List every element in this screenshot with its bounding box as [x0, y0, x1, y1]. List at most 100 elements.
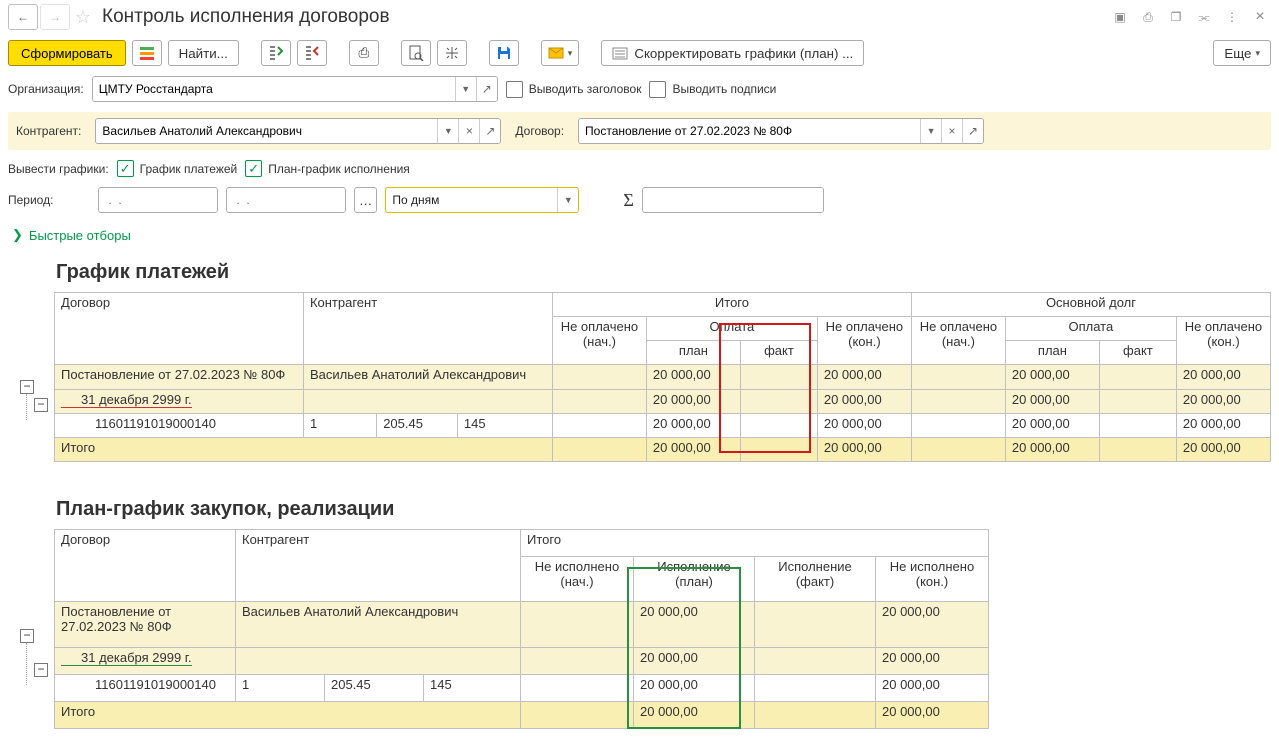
fit-icon	[444, 45, 460, 61]
settings-button[interactable]	[132, 40, 162, 66]
col-exec-plan: Исполнение (план)	[634, 557, 755, 602]
contract-open-button[interactable]: ↗	[962, 119, 983, 143]
sigma-label: Σ	[623, 190, 633, 211]
show-signs-checkbox[interactable]: Выводить подписи	[649, 81, 776, 98]
sliders-icon	[139, 45, 155, 61]
col-unpaid-end: Не оплачено (кон.)	[817, 317, 911, 365]
tree-collapse-3[interactable]: −	[20, 629, 34, 643]
exec-schedule-checkbox[interactable]: ✓План-график исполнения	[245, 160, 410, 177]
tree-collapse-1[interactable]: −	[20, 380, 34, 394]
agent-label: Контрагент:	[16, 124, 81, 138]
arrow-left-icon: ←	[17, 10, 29, 24]
ellipsis-icon: …	[359, 193, 372, 208]
star-icon: ☆	[75, 7, 91, 28]
org-open-button[interactable]: ↗	[476, 77, 497, 101]
contract-label: Договор:	[515, 124, 564, 138]
period-label: Период:	[8, 193, 90, 207]
quick-filters-toggle[interactable]: ❯ Быстрые отборы	[12, 227, 131, 243]
contract-dropdown-button[interactable]: ▼	[920, 119, 941, 143]
window-icon: ❐	[1171, 10, 1182, 24]
email-button[interactable]: ▾	[541, 40, 580, 66]
mail-icon	[548, 45, 564, 61]
period-choose-button[interactable]: …	[354, 187, 377, 213]
date-to[interactable]: ▦	[226, 187, 346, 213]
close-button[interactable]: ×	[1249, 5, 1271, 29]
step-dropdown-button[interactable]: ▼	[557, 188, 578, 212]
chevron-down-icon: ▼	[564, 195, 573, 205]
section2-title: План-график закупок, реализации	[56, 498, 1271, 521]
back-button[interactable]: ←	[8, 4, 38, 30]
contract-input[interactable]	[579, 119, 920, 143]
date-from[interactable]: ▦	[98, 187, 218, 213]
tree-collapse-4[interactable]: −	[34, 663, 48, 677]
open-icon: ↗	[485, 124, 495, 138]
pay-schedule-checkbox[interactable]: ✓График платежей	[117, 160, 238, 177]
agent-dropdown-button[interactable]: ▼	[437, 119, 458, 143]
close-icon: ×	[1255, 8, 1264, 26]
table-row[interactable]: 31 декабря 2999 г. 20 000,00 20 000,00 2…	[55, 389, 1271, 413]
exec-table: Договор Контрагент Итого Не исполнено (н…	[54, 529, 989, 729]
open-icon: ↗	[968, 124, 978, 138]
table-row[interactable]: 31 декабря 2999 г. 20 000,00 20 000,00	[55, 647, 989, 674]
tree-collapse-2[interactable]: −	[34, 398, 48, 412]
table-row[interactable]: Постановление от 27.02.2023 № 80Ф Василь…	[55, 602, 989, 647]
col-unpaid-end2: Не оплачено (кон.)	[1176, 317, 1270, 365]
preview-button[interactable]	[401, 40, 431, 66]
checkbox-icon	[649, 81, 666, 98]
kebab-button[interactable]: ⋮	[1221, 5, 1243, 29]
date-from-input[interactable]	[99, 188, 218, 212]
generate-button[interactable]: Сформировать	[8, 40, 126, 66]
contract-combo[interactable]: ▼ × ↗	[578, 118, 984, 144]
new-window-button[interactable]: ❐	[1165, 5, 1187, 29]
org-dropdown-button[interactable]: ▼	[455, 77, 476, 101]
date-to-input[interactable]	[227, 188, 346, 212]
col-unexec-end: Не исполнено (кон.)	[876, 557, 989, 602]
charts-label: Вывести графики:	[8, 162, 109, 176]
payments-table: Договор Контрагент Итого Основной долг Н…	[54, 292, 1271, 462]
org-combo[interactable]: ▼ ↗	[92, 76, 498, 102]
sum-input[interactable]	[643, 188, 823, 212]
agent-input[interactable]	[96, 119, 437, 143]
sum-field[interactable]	[642, 187, 824, 213]
col-payment: Оплата	[646, 317, 817, 341]
checkbox-icon: ✓	[245, 160, 262, 177]
col-fact2: факт	[1099, 341, 1176, 365]
col-plan: план	[646, 341, 740, 365]
link-button[interactable]: ⫘	[1193, 5, 1215, 29]
agent-open-button[interactable]: ↗	[479, 119, 500, 143]
chevron-right-icon: ❯	[12, 227, 23, 243]
show-header-checkbox[interactable]: Выводить заголовок	[506, 81, 642, 98]
kebab-icon: ⋮	[1226, 10, 1238, 24]
printer-icon: ⎙	[358, 45, 369, 61]
agent-combo[interactable]: ▼ × ↗	[95, 118, 501, 144]
step-input[interactable]	[386, 188, 557, 212]
col-unpaid-start2: Не оплачено (нач.)	[911, 317, 1005, 365]
expand-all-button[interactable]	[261, 40, 291, 66]
col-agent: Контрагент	[303, 293, 552, 365]
find-button[interactable]: Найти...	[168, 40, 239, 66]
save-button[interactable]	[489, 40, 519, 66]
table-row[interactable]: 11601191019000140 1 205.45 145 20 000,00…	[55, 413, 1271, 437]
collapse-all-button[interactable]	[297, 40, 327, 66]
save-report-button[interactable]: ▣	[1109, 5, 1131, 29]
chevron-down-icon: ▼	[927, 126, 936, 136]
more-button[interactable]: Еще▾	[1213, 40, 1271, 66]
table-row[interactable]: Постановление от 27.02.2023 № 80Ф Василь…	[55, 365, 1271, 389]
arrow-right-icon: →	[49, 10, 61, 24]
favorite-button[interactable]: ☆	[72, 5, 94, 29]
adjust-icon	[612, 45, 628, 61]
print-button[interactable]: ⎙	[349, 40, 379, 66]
fit-button[interactable]	[437, 40, 467, 66]
agent-clear-button[interactable]: ×	[458, 119, 479, 143]
org-input[interactable]	[93, 77, 455, 101]
table-row[interactable]: 11601191019000140 1 205.45 145 20 000,00…	[55, 674, 989, 701]
step-combo[interactable]: ▼	[385, 187, 579, 213]
forward-button[interactable]: →	[40, 4, 70, 30]
print-top-button[interactable]: ⎙	[1137, 5, 1159, 29]
preview-icon	[408, 45, 424, 61]
col-payment2: Оплата	[1005, 317, 1176, 341]
contract-clear-button[interactable]: ×	[941, 119, 962, 143]
col-fact: факт	[741, 341, 818, 365]
chevron-down-icon: ▼	[444, 126, 453, 136]
adjust-plans-button[interactable]: Скорректировать графики (план) ...	[601, 40, 864, 66]
